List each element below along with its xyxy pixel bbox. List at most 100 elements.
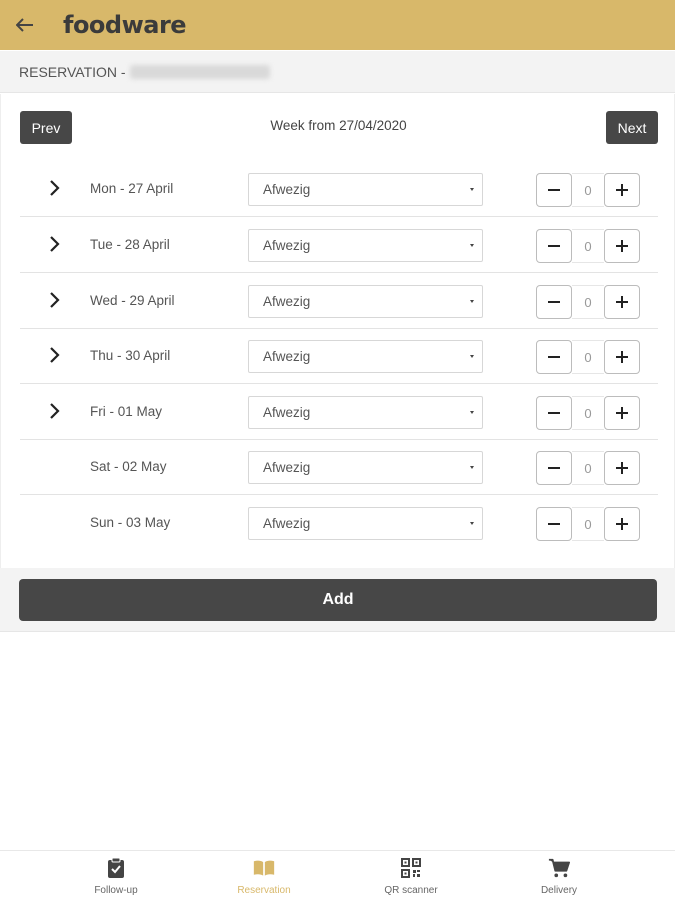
quantity-value[interactable]: 0 <box>572 285 604 319</box>
day-row: Thu - 30 April Afwezig 0 <box>20 328 658 384</box>
quantity-value[interactable]: 0 <box>572 507 604 541</box>
quantity-value[interactable]: 0 <box>572 229 604 263</box>
attendance-value: Afwezig <box>263 238 311 253</box>
day-row: Mon - 27 April Afwezig 0 <box>20 161 658 217</box>
minus-icon <box>548 412 560 414</box>
plus-icon <box>616 407 628 419</box>
increment-button[interactable] <box>604 507 640 541</box>
quantity-value[interactable]: 0 <box>572 173 604 207</box>
brand-logo: foodware <box>63 11 187 39</box>
dropdown-caret-icon <box>470 244 474 247</box>
decrement-button[interactable] <box>536 507 572 541</box>
reservation-title: RESERVATION - <box>19 63 126 80</box>
plus-icon <box>616 518 628 530</box>
chevron-right-icon[interactable] <box>44 178 64 198</box>
reservation-card: Prev Week from 27/04/2020 Next Mon - 27 … <box>0 94 675 568</box>
clipboard-check-icon <box>105 857 127 879</box>
nav-label: Delivery <box>540 885 578 896</box>
minus-icon <box>548 245 560 247</box>
day-label: Fri - 01 May <box>90 404 163 419</box>
minus-icon <box>548 523 560 525</box>
day-row: Wed - 29 April Afwezig 0 <box>20 273 658 329</box>
nav-label: Follow-up <box>94 885 138 896</box>
day-label: Mon - 27 April <box>90 181 174 196</box>
decrement-button[interactable] <box>536 285 572 319</box>
nav-item-delivery[interactable]: Delivery <box>509 851 609 900</box>
nav-item-reservation[interactable]: Reservation <box>214 851 314 900</box>
day-label: Sat - 02 May <box>90 459 167 474</box>
day-row: Sat - 02 May Afwezig 0 <box>20 439 658 495</box>
increment-button[interactable] <box>604 229 640 263</box>
attendance-value: Afwezig <box>263 405 311 420</box>
dropdown-caret-icon <box>470 188 474 191</box>
chevron-right-icon[interactable] <box>44 345 64 365</box>
chevron-right-icon[interactable] <box>44 401 64 421</box>
attendance-value: Afwezig <box>263 460 311 475</box>
day-label: Sun - 03 May <box>90 515 171 530</box>
minus-icon <box>548 189 560 191</box>
qr-code-icon <box>400 857 422 879</box>
dropdown-caret-icon <box>470 355 474 358</box>
attendance-select[interactable]: Afwezig <box>248 285 483 318</box>
decrement-button[interactable] <box>536 396 572 430</box>
dropdown-caret-icon <box>470 411 474 414</box>
redacted-name <box>129 64 270 79</box>
increment-button[interactable] <box>604 285 640 319</box>
attendance-value: Afwezig <box>263 349 311 364</box>
nav-label: Reservation <box>237 885 291 896</box>
plus-icon <box>616 296 628 308</box>
attendance-select[interactable]: Afwezig <box>248 396 483 429</box>
cart-icon <box>548 857 570 879</box>
quantity-stepper: 0 <box>536 173 640 207</box>
day-row: Fri - 01 May Afwezig 0 <box>20 384 658 440</box>
day-label: Tue - 28 April <box>90 237 170 252</box>
decrement-button[interactable] <box>536 340 572 374</box>
book-open-icon <box>253 857 275 879</box>
increment-button[interactable] <box>604 451 640 485</box>
dropdown-caret-icon <box>470 522 474 525</box>
attendance-select[interactable]: Afwezig <box>248 173 483 206</box>
back-button[interactable] <box>0 0 50 50</box>
day-row: Tue - 28 April Afwezig 0 <box>20 217 658 273</box>
attendance-value: Afwezig <box>263 294 311 309</box>
attendance-select[interactable]: Afwezig <box>248 507 483 540</box>
decrement-button[interactable] <box>536 229 572 263</box>
day-label: Wed - 29 April <box>90 293 175 308</box>
plus-icon <box>616 240 628 252</box>
bottom-navigation: Follow-up Reservation QR scanner Deliver… <box>0 850 675 900</box>
quantity-stepper: 0 <box>536 396 640 430</box>
week-label: Week from 27/04/2020 <box>270 118 407 133</box>
quantity-value[interactable]: 0 <box>572 451 604 485</box>
nav-label: QR scanner <box>384 885 438 896</box>
chevron-right-icon[interactable] <box>44 290 64 310</box>
increment-button[interactable] <box>604 173 640 207</box>
attendance-select[interactable]: Afwezig <box>248 229 483 262</box>
plus-icon <box>616 184 628 196</box>
reservation-header: RESERVATION - <box>0 51 675 93</box>
attendance-select[interactable]: Afwezig <box>248 451 483 484</box>
attendance-value: Afwezig <box>263 182 311 197</box>
quantity-stepper: 0 <box>536 340 640 374</box>
increment-button[interactable] <box>604 396 640 430</box>
nav-item-follow-up[interactable]: Follow-up <box>66 851 166 900</box>
app-header: foodware <box>0 0 675 50</box>
day-label: Thu - 30 April <box>90 348 171 363</box>
increment-button[interactable] <box>604 340 640 374</box>
minus-icon <box>548 356 560 358</box>
next-week-button[interactable]: Next <box>606 111 658 144</box>
plus-icon <box>616 462 628 474</box>
quantity-stepper: 0 <box>536 507 640 541</box>
arrow-left-icon <box>16 18 33 32</box>
dropdown-caret-icon <box>470 466 474 469</box>
chevron-right-icon[interactable] <box>44 234 64 254</box>
quantity-stepper: 0 <box>536 285 640 319</box>
quantity-value[interactable]: 0 <box>572 396 604 430</box>
decrement-button[interactable] <box>536 173 572 207</box>
add-button[interactable]: Add <box>19 579 657 621</box>
nav-item-qr-scanner[interactable]: QR scanner <box>361 851 461 900</box>
plus-icon <box>616 351 628 363</box>
day-row: Sun - 03 May Afwezig 0 <box>20 495 658 551</box>
decrement-button[interactable] <box>536 451 572 485</box>
attendance-select[interactable]: Afwezig <box>248 340 483 373</box>
quantity-value[interactable]: 0 <box>572 340 604 374</box>
